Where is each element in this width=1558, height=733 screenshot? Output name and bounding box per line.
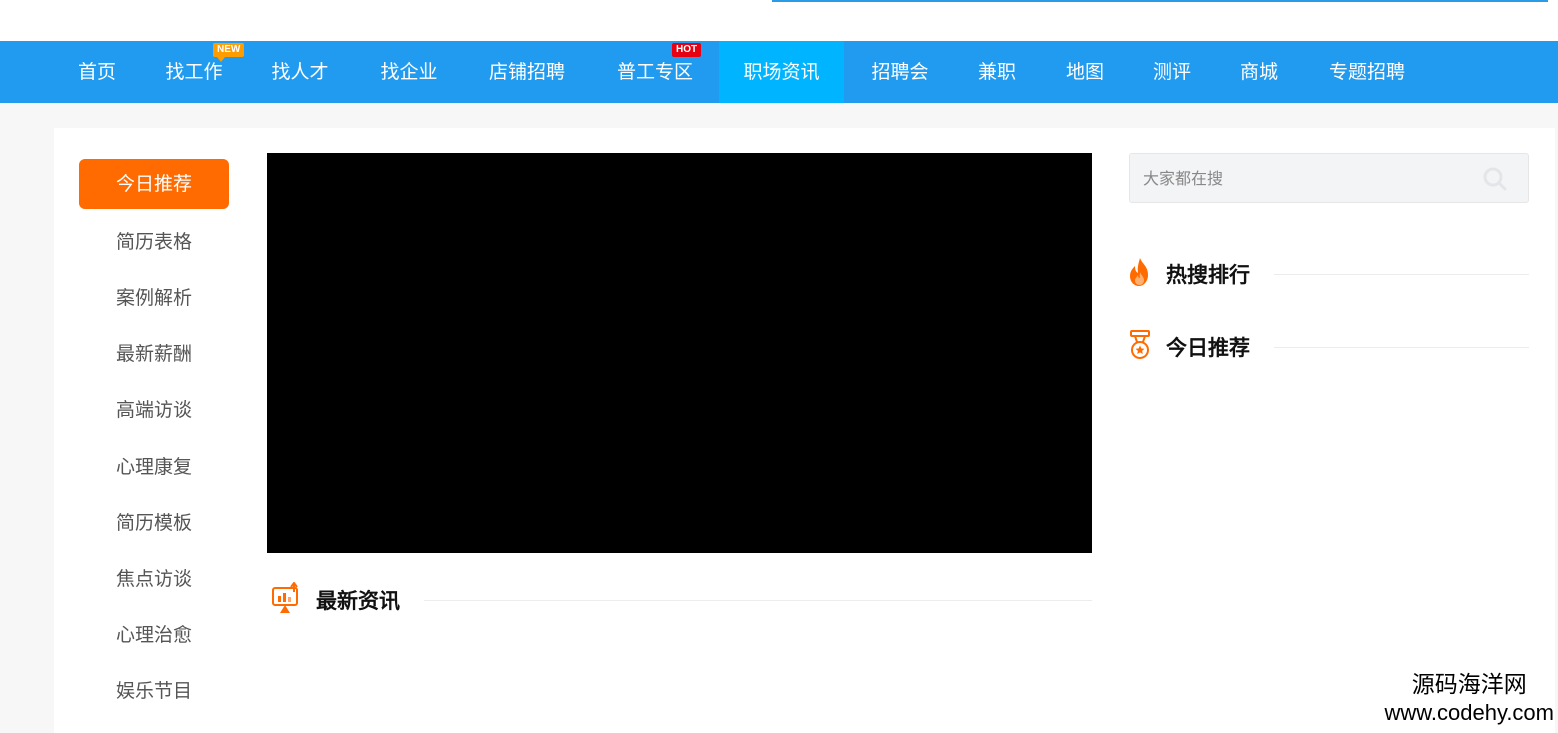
nav-item-job-fair[interactable]: 招聘会 — [856, 41, 944, 103]
search-box — [1129, 153, 1529, 203]
top-header — [0, 0, 1558, 41]
nav-item-special-hiring[interactable]: 专题招聘 — [1312, 41, 1422, 103]
nav-item-label: 找企业 — [380, 61, 438, 83]
chart-presentation-icon — [268, 581, 304, 618]
watermark: 源码海洋网 www.codehy.com — [1384, 671, 1554, 727]
nav-item-label: 找工作 — [165, 61, 223, 83]
nav-item-label: 兼职 — [977, 61, 1016, 83]
medal-icon — [1126, 329, 1154, 365]
new-badge: NEW — [213, 43, 245, 62]
nav-item-label: 普工专区 — [616, 61, 693, 83]
nav-item-label: 职场资讯 — [743, 61, 820, 83]
banner-carousel[interactable] — [267, 153, 1092, 553]
nav-item-label: 商城 — [1239, 61, 1278, 83]
nav-item-label: 首页 — [77, 61, 116, 83]
sidebar-item-psych-healing[interactable]: 心理治愈 — [79, 610, 229, 660]
sidebar-item-resume-forms[interactable]: 简历表格 — [79, 217, 229, 267]
sidebar-item-entertainment[interactable]: 娱乐节目 — [79, 666, 229, 716]
today-recommend-title: 今日推荐 — [1166, 336, 1250, 360]
nav-item-label: 专题招聘 — [1328, 61, 1405, 83]
sidebar-item-case-analysis[interactable]: 案例解析 — [79, 273, 229, 323]
nav-item-part-time[interactable]: 兼职 — [962, 41, 1032, 103]
nav-item-map[interactable]: 地图 — [1050, 41, 1120, 103]
sidebar-item-executive-interviews[interactable]: 高端访谈 — [79, 385, 229, 435]
content-panel: 今日推荐 简历表格 案例解析 最新薪酬 高端访谈 心理康复 简历模板 焦点访谈 … — [54, 128, 1555, 733]
latest-news-title: 最新资讯 — [316, 589, 400, 613]
watermark-name: 源码海洋网 — [1411, 672, 1527, 698]
sidebar-item-psych-recovery[interactable]: 心理康复 — [79, 442, 229, 492]
nav-item-mall[interactable]: 商城 — [1224, 41, 1294, 103]
section-divider — [1274, 273, 1529, 275]
nav-item-find-job[interactable]: 找工作 NEW — [150, 41, 245, 103]
hot-search-header: 热搜排行 — [1126, 258, 1529, 290]
nav-item-career-news[interactable]: 职场资讯 — [719, 41, 844, 103]
nav-item-assessment[interactable]: 测评 — [1137, 41, 1207, 103]
nav-item-label: 测评 — [1152, 61, 1191, 83]
nav-item-label: 招聘会 — [871, 61, 929, 83]
nav-item-find-talent[interactable]: 找人才 — [256, 41, 344, 103]
watermark-url: www.codehy.com — [1384, 700, 1554, 725]
nav-item-store-hiring[interactable]: 店铺招聘 — [472, 41, 582, 103]
hot-badge: HOT — [672, 43, 702, 57]
nav-item-label: 地图 — [1065, 61, 1104, 83]
search-icon[interactable] — [1482, 166, 1508, 192]
section-divider — [1274, 346, 1529, 348]
latest-news-header: 最新资讯 — [268, 581, 1092, 618]
hot-search-title: 热搜排行 — [1166, 263, 1250, 287]
sidebar-item-latest-salary[interactable]: 最新薪酬 — [79, 329, 229, 379]
sidebar-item-resume-templates[interactable]: 简历模板 — [79, 498, 229, 548]
nav-item-general-workers[interactable]: 普工专区 HOT — [600, 41, 710, 103]
search-input[interactable] — [1130, 154, 1470, 202]
main-nav: 首页 找工作 NEW 找人才 找企业 店铺招聘 普工专区 HOT 职场资讯 招聘… — [0, 41, 1558, 103]
today-recommend-header: 今日推荐 — [1126, 329, 1529, 365]
flame-icon — [1126, 256, 1154, 292]
nav-item-label: 店铺招聘 — [488, 61, 565, 83]
section-divider — [424, 599, 1092, 601]
sidebar-item-today-recommend[interactable]: 今日推荐 — [79, 159, 229, 209]
nav-item-find-company[interactable]: 找企业 — [364, 41, 454, 103]
nav-item-label: 找人才 — [271, 61, 329, 83]
sidebar-item-focus-interviews[interactable]: 焦点访谈 — [79, 554, 229, 604]
nav-item-home[interactable]: 首页 — [60, 41, 134, 103]
header-accent-line — [772, 0, 1548, 2]
